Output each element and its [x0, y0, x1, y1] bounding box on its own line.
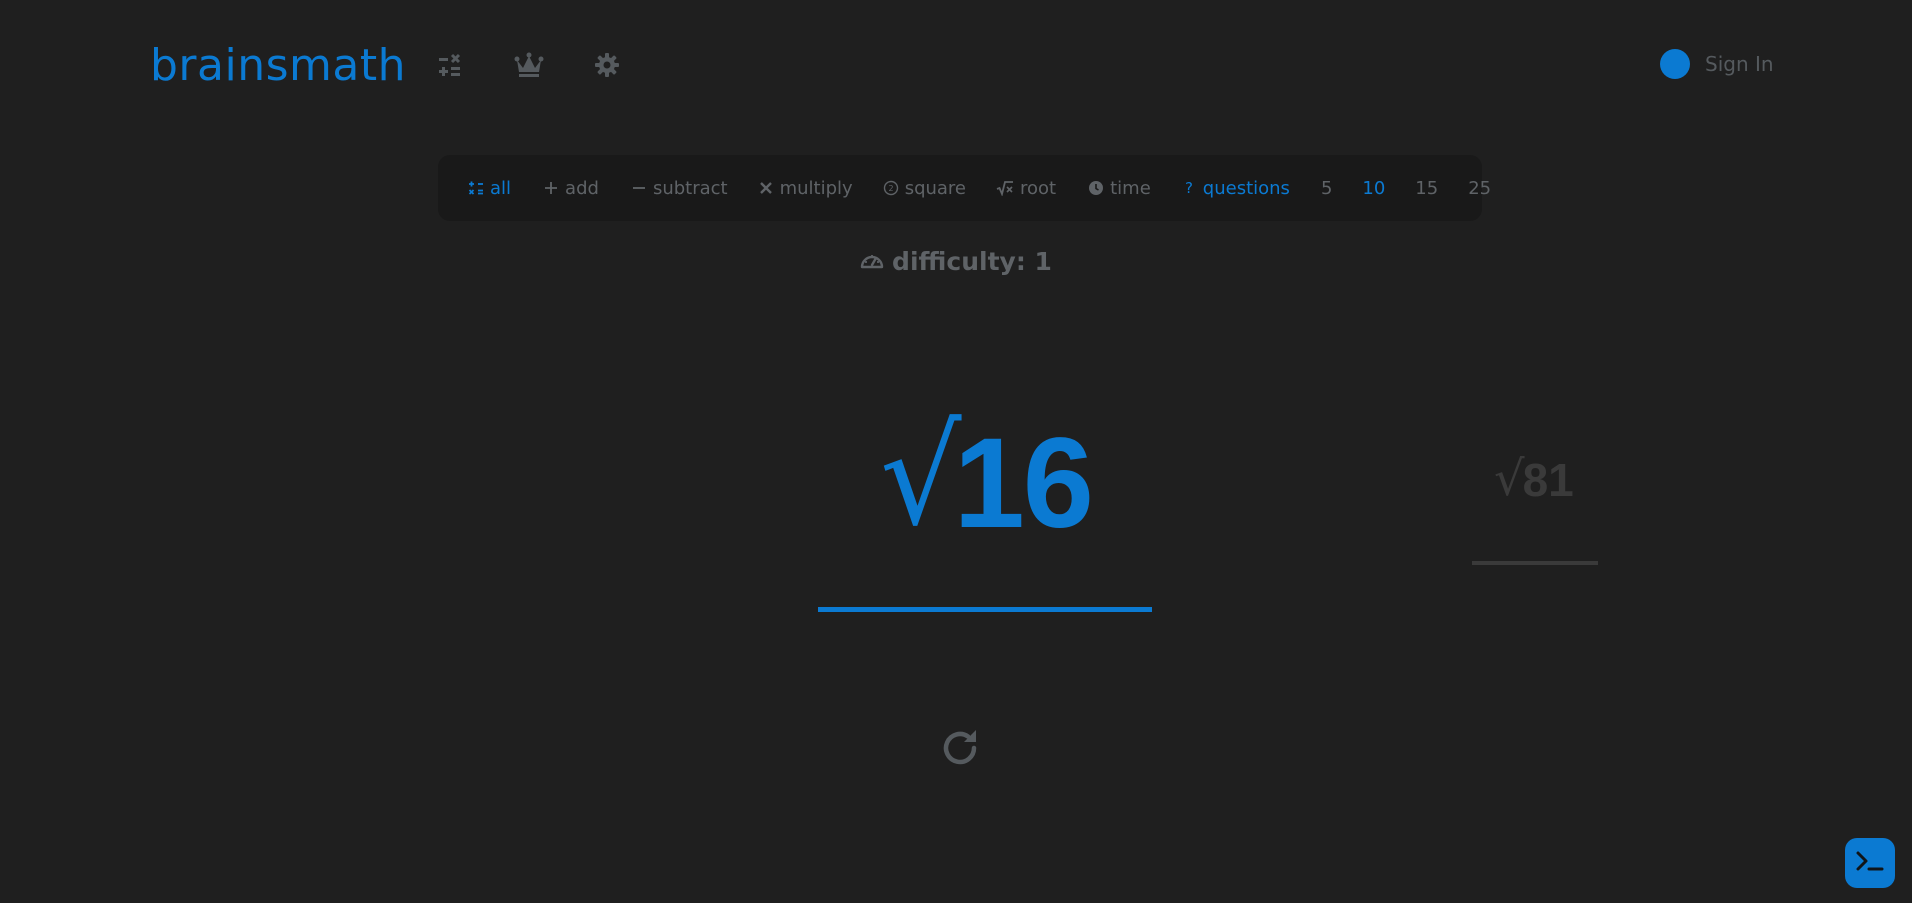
- next-square-root-symbol: √: [1494, 451, 1525, 507]
- clock-icon: [1088, 180, 1104, 196]
- count-10-button[interactable]: 10: [1362, 178, 1385, 199]
- mode-subtract-label: subtract: [652, 177, 728, 199]
- count-5-button[interactable]: 5: [1321, 178, 1332, 199]
- mode-all-label: all: [490, 177, 512, 199]
- square-root-symbol: √: [880, 399, 962, 556]
- current-problem: √ 16: [880, 392, 1094, 556]
- count-25-label: 25: [1468, 177, 1492, 199]
- minus-icon: [631, 180, 647, 196]
- mode-multiply-label: multiply: [779, 177, 853, 199]
- count-15-label: 15: [1415, 177, 1439, 199]
- mode-questions-button[interactable]: ? questions: [1181, 178, 1290, 199]
- mode-square-label: square: [904, 177, 967, 199]
- count-15-button[interactable]: 15: [1415, 178, 1438, 199]
- sign-in-button[interactable]: Sign In: [1660, 49, 1774, 79]
- calculator-icon: [437, 52, 463, 78]
- user-avatar-icon: [1660, 49, 1690, 79]
- restart-button[interactable]: [938, 726, 982, 770]
- gear-icon: [594, 52, 620, 78]
- restart-icon: [938, 730, 982, 774]
- brand-logo[interactable]: brainsmath: [150, 40, 406, 92]
- calculator-nav-button[interactable]: [435, 50, 465, 80]
- svg-text:2: 2: [888, 184, 893, 193]
- svg-text:?: ?: [1185, 180, 1193, 196]
- terminal-button[interactable]: [1845, 838, 1895, 888]
- mode-add-button[interactable]: add: [543, 178, 599, 199]
- times-icon: [758, 180, 774, 196]
- answer-input-underline[interactable]: [818, 607, 1152, 612]
- plus-icon: [543, 180, 559, 196]
- mode-time-button[interactable]: time: [1088, 178, 1151, 199]
- question-icon: ?: [1181, 180, 1197, 196]
- difficulty-indicator: difficulty: 1: [0, 247, 1912, 276]
- terminal-icon: [1855, 849, 1885, 877]
- mode-root-label: root: [1020, 177, 1057, 199]
- mode-time-label: time: [1110, 177, 1151, 199]
- next-problem-value: 81: [1522, 454, 1574, 506]
- calculator-icon: [468, 180, 484, 196]
- next-problem-preview: √ 81: [1494, 455, 1574, 503]
- sign-in-label: Sign In: [1705, 52, 1774, 76]
- mode-all-button[interactable]: all: [468, 178, 511, 199]
- gauge-icon: [860, 247, 884, 276]
- square-icon: 2: [883, 180, 899, 196]
- count-25-button[interactable]: 25: [1468, 178, 1491, 199]
- mode-questions-label: questions: [1202, 177, 1290, 199]
- mode-root-button[interactable]: root: [996, 178, 1056, 199]
- mode-add-label: add: [565, 177, 599, 199]
- next-problem-underline: [1472, 561, 1598, 565]
- mode-subtract-button[interactable]: subtract: [631, 178, 728, 199]
- count-5-label: 5: [1320, 177, 1333, 199]
- count-10-label: 10: [1362, 177, 1386, 199]
- config-toolbar: all add subtract multiply 2 square root …: [438, 155, 1491, 221]
- problem-value: 16: [953, 412, 1094, 555]
- crown-icon: [514, 52, 544, 78]
- mode-multiply-button[interactable]: multiply: [758, 178, 853, 199]
- leaderboard-nav-button[interactable]: [514, 50, 544, 80]
- settings-nav-button[interactable]: [592, 50, 622, 80]
- difficulty-label: difficulty: 1: [892, 247, 1052, 276]
- root-icon: [996, 180, 1014, 196]
- mode-square-button[interactable]: 2 square: [883, 178, 966, 199]
